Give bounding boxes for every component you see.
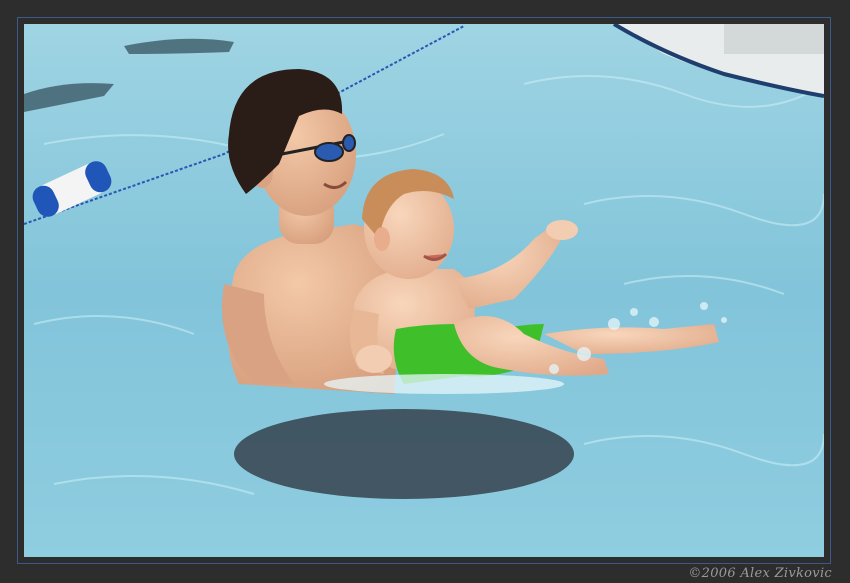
fence: [724, 24, 824, 54]
photo-frame: ©2006 Alex Zivkovic: [0, 0, 850, 583]
photo-credit: ©2006 Alex Zivkovic: [688, 566, 832, 581]
baby-ear: [374, 227, 390, 251]
baby-hand: [356, 345, 392, 373]
baby-hand: [546, 220, 578, 240]
submerged-shorts: [234, 409, 574, 499]
photograph: [24, 24, 824, 557]
pool-scene: [24, 24, 824, 557]
